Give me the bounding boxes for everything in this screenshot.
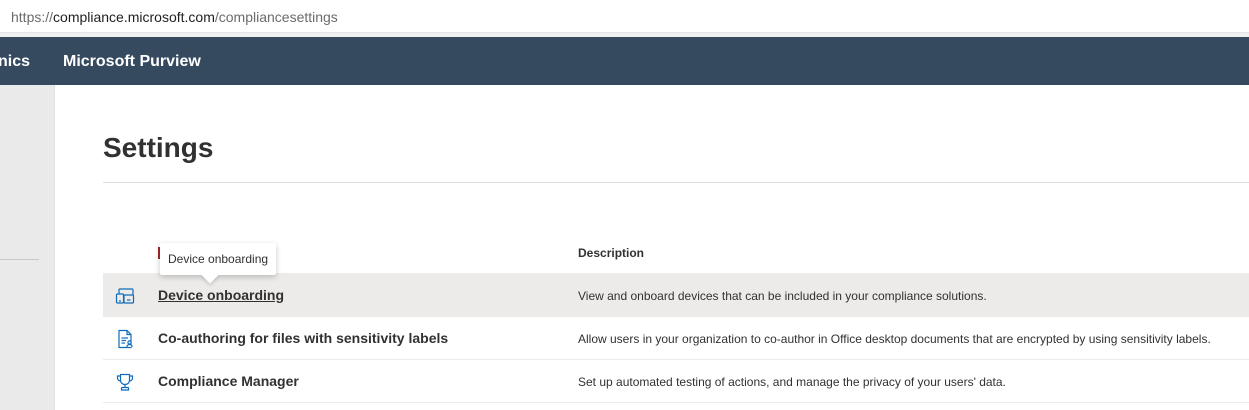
left-navigation <box>0 85 55 410</box>
table-row[interactable]: Compliance Manager Set up automated test… <box>103 360 1249 403</box>
app-launcher-title[interactable]: nics <box>0 53 30 71</box>
device-onboarding-tooltip: Device onboarding <box>160 243 277 284</box>
description-column-header: Description <box>578 246 645 260</box>
app-header: nics Microsoft Purview <box>0 37 1249 85</box>
row-description: Set up automated testing of actions, and… <box>578 375 1006 389</box>
page-title: Settings <box>103 132 214 163</box>
row-name-link[interactable]: Co-authoring for files with sensitivity … <box>158 330 448 346</box>
tooltip-text: Device onboarding <box>168 252 269 266</box>
document-user-icon <box>115 329 135 349</box>
row-description: Allow users in your organization to co-a… <box>578 332 1211 346</box>
table-row[interactable]: Device onboarding View and onboard devic… <box>103 274 1249 317</box>
row-name-link[interactable]: Device onboarding <box>158 287 284 303</box>
device-onboarding-icon <box>115 286 135 306</box>
table-row[interactable]: Co-authoring for files with sensitivity … <box>103 317 1249 360</box>
row-description: View and onboard devices that can be inc… <box>578 289 987 303</box>
title-divider <box>103 182 1249 183</box>
product-name[interactable]: Microsoft Purview <box>63 53 201 71</box>
url-text[interactable]: https://compliance.microsoft.com/complia… <box>11 9 338 25</box>
browser-address-bar[interactable]: https://compliance.microsoft.com/complia… <box>0 0 1249 33</box>
row-name-link[interactable]: Compliance Manager <box>158 373 299 389</box>
trophy-icon <box>115 372 135 392</box>
nav-divider <box>0 259 39 260</box>
